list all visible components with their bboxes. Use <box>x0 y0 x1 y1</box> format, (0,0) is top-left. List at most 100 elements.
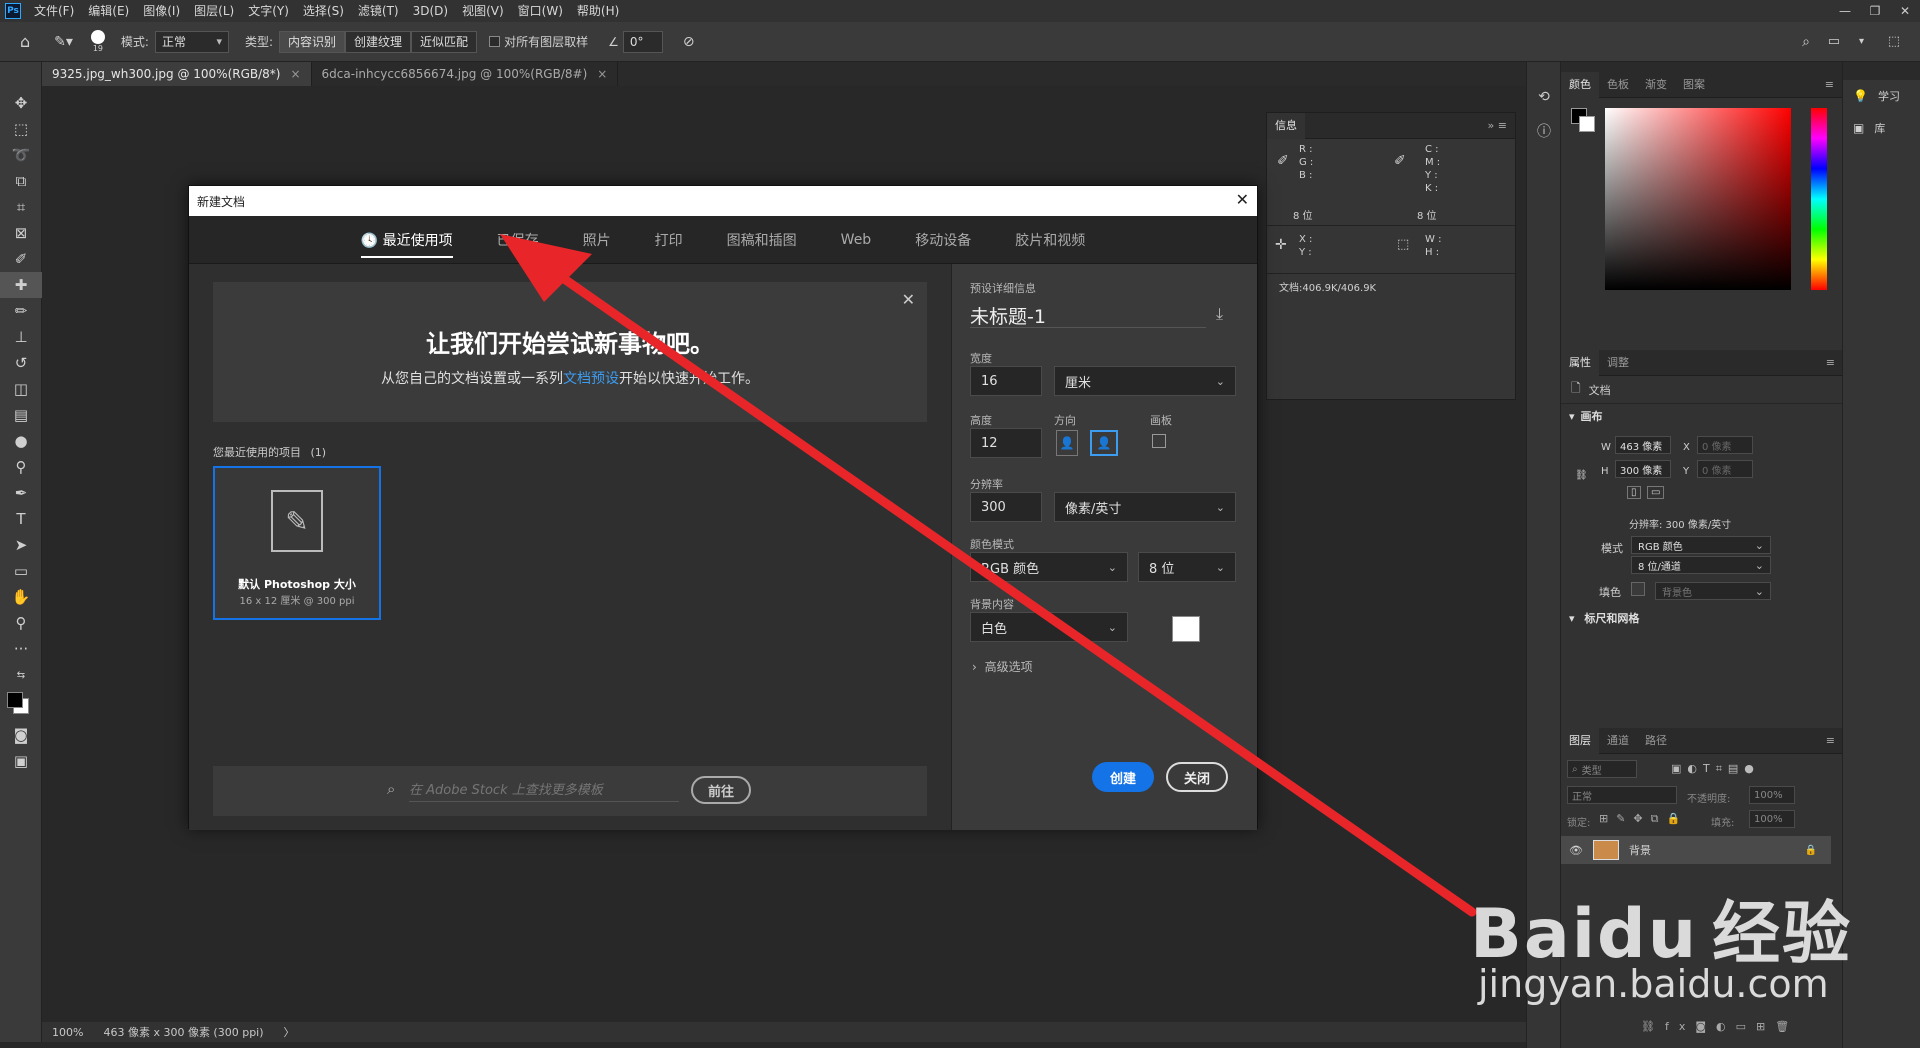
tab-paths[interactable]: 路径 <box>1637 728 1675 754</box>
dodge-tool-icon[interactable]: ⚲ <box>0 454 42 480</box>
frame-tool-icon[interactable]: ⊠ <box>0 220 42 246</box>
hand-tool-icon[interactable]: ✋ <box>0 584 42 610</box>
angle-input[interactable]: 0° <box>622 30 663 53</box>
stock-go-button[interactable]: 前往 <box>691 776 751 804</box>
type-create-texture[interactable]: 创建纹理 <box>345 30 412 53</box>
canvas-width-input[interactable]: 463 像素 <box>1615 436 1671 454</box>
brush-tool-icon[interactable]: ✏ <box>0 298 42 324</box>
eyedropper-tool-icon[interactable]: ✐ <box>0 246 42 272</box>
tab-channels[interactable]: 通道 <box>1599 728 1637 754</box>
tab-properties[interactable]: 属性 <box>1561 349 1599 376</box>
history-icon[interactable]: ⟲ <box>1527 80 1561 114</box>
width-input[interactable]: 16 <box>970 366 1042 396</box>
mode-select[interactable]: 正常 ▾ <box>154 30 229 53</box>
library-button[interactable]: ▣ 库 <box>1843 112 1920 144</box>
quick-mask-icon[interactable]: ◙ <box>0 722 42 748</box>
props-mode-select[interactable]: RGB 颜色 ⌄ <box>1631 536 1771 554</box>
tab-adjustments[interactable]: 调整 <box>1599 350 1637 376</box>
layer-row[interactable]: 👁 背景 🔒 <box>1561 836 1831 864</box>
create-button[interactable]: 创建 <box>1092 762 1154 792</box>
gradient-tool-icon[interactable]: ▤ <box>0 402 42 428</box>
document-name-input[interactable]: 未标题-1 <box>970 302 1206 328</box>
landscape-orientation-icon[interactable]: 👤 <box>1090 430 1118 456</box>
marquee-tool-icon[interactable]: ⬚ <box>0 116 42 142</box>
shape-tool-icon[interactable]: ▭ <box>0 558 42 584</box>
tab-saved[interactable]: 已保存 <box>497 230 539 250</box>
background-select[interactable]: 白色 ⌄ <box>970 612 1128 642</box>
workspace-icon[interactable]: ▭ <box>1828 34 1840 49</box>
crop-tool-icon[interactable]: ⌗ <box>0 194 42 220</box>
dialog-close-icon[interactable]: ✕ <box>1236 190 1249 209</box>
menu-layer[interactable]: 图层(L) <box>187 0 241 22</box>
learn-button[interactable]: 💡 学习 <box>1843 80 1920 112</box>
banner-close-icon[interactable]: ✕ <box>902 290 915 309</box>
info-icon[interactable]: ⓘ <box>1527 114 1561 148</box>
layer-actions[interactable]: ⛓fx◙◐▭⊞🗑 <box>1641 1020 1799 1033</box>
workspace-chevron-icon[interactable]: ▾ <box>1859 36 1864 47</box>
tab-patterns[interactable]: 图案 <box>1675 72 1713 98</box>
pen-tool-icon[interactable]: ✒ <box>0 480 42 506</box>
landscape-icon[interactable]: ▭ <box>1647 486 1665 499</box>
resolution-unit-select[interactable]: 像素/英寸 ⌄ <box>1054 492 1236 522</box>
stock-search-input[interactable] <box>409 780 679 802</box>
layer-filter-select[interactable]: ⌕ 类型 <box>1567 760 1637 778</box>
tab-color[interactable]: 颜色 <box>1561 71 1599 98</box>
portrait-icon[interactable]: ▯ <box>1627 486 1641 499</box>
zoom-level[interactable]: 100% <box>42 1026 93 1039</box>
brush-preset-picker[interactable]: 19 <box>90 30 105 53</box>
type-tool-icon[interactable]: T <box>0 506 42 532</box>
sample-all-layers-checkbox[interactable] <box>489 36 501 47</box>
props-fill-select[interactable]: 背景色 ⌄ <box>1655 582 1771 600</box>
status-menu-icon[interactable]: 〉 <box>274 1024 305 1040</box>
tab-recent[interactable]: 🕓 最近使用项 <box>360 230 453 258</box>
tab-art[interactable]: 图稿和插图 <box>727 230 797 250</box>
panel-menu-icon[interactable]: ≡ <box>1818 350 1843 376</box>
type-content-aware[interactable]: 内容识别 <box>279 30 346 53</box>
panel-menu-icon[interactable]: » ≡ <box>1480 113 1515 139</box>
stamp-tool-icon[interactable]: ⊥ <box>0 324 42 350</box>
tab-info[interactable]: 信息 <box>1267 112 1305 139</box>
tab-gradients[interactable]: 渐变 <box>1637 72 1675 98</box>
menu-view[interactable]: 视图(V) <box>455 0 511 22</box>
close-tab-icon[interactable]: × <box>290 67 300 81</box>
advanced-options-toggle[interactable]: › 高级选项 <box>972 658 1033 675</box>
layer-filter-icons[interactable]: ▣◐T⌗▤● <box>1671 762 1760 776</box>
menu-type[interactable]: 文字(Y) <box>241 0 296 22</box>
lock-icons[interactable]: ⊞✎✥⧉🔒 <box>1599 812 1688 826</box>
share-icon[interactable]: ⬚ <box>1888 34 1900 49</box>
swap-colors-icon[interactable]: ⇆ <box>0 662 42 688</box>
spot-healing-tool-icon[interactable]: ✎▾ <box>54 34 73 50</box>
tab-film[interactable]: 胶片和视频 <box>1015 230 1085 250</box>
type-proximity-match[interactable]: 近似匹配 <box>411 30 478 53</box>
menu-3d[interactable]: 3D(D) <box>406 0 455 22</box>
close-button[interactable]: 关闭 <box>1166 762 1228 792</box>
path-select-tool-icon[interactable]: ➤ <box>0 532 42 558</box>
menu-filter[interactable]: 滤镜(T) <box>351 0 406 22</box>
eye-icon[interactable]: 👁 <box>1569 844 1583 857</box>
props-depth-select[interactable]: 8 位/通道 ⌄ <box>1631 556 1771 574</box>
menu-window[interactable]: 窗口(W) <box>511 0 570 22</box>
hue-slider[interactable] <box>1811 108 1827 290</box>
lasso-tool-icon[interactable]: ➰ <box>0 142 42 168</box>
color-field[interactable] <box>1605 108 1791 290</box>
restore-icon[interactable]: ❐ <box>1860 0 1890 22</box>
background-color-swatch[interactable] <box>1172 616 1200 642</box>
save-preset-icon[interactable]: ⤓ <box>1216 304 1223 324</box>
more-tools-icon[interactable]: ··· <box>0 636 42 662</box>
artboard-checkbox[interactable] <box>1152 434 1166 448</box>
opacity-input[interactable]: 100% <box>1749 786 1795 804</box>
portrait-orientation-icon[interactable]: 👤 <box>1056 430 1078 456</box>
panel-menu-icon[interactable]: ≡ <box>1818 728 1843 754</box>
healing-brush-tool-icon[interactable]: ✚ <box>0 272 42 298</box>
link-icon[interactable]: ⛓ <box>1575 470 1588 481</box>
height-input[interactable]: 12 <box>970 428 1042 458</box>
width-unit-select[interactable]: 厘米 ⌄ <box>1054 366 1236 396</box>
minimize-icon[interactable]: — <box>1830 0 1860 22</box>
home-icon[interactable]: ⌂ <box>20 32 30 51</box>
tab-mobile[interactable]: 移动设备 <box>915 230 971 250</box>
bg-color-chip[interactable] <box>1579 116 1595 132</box>
collapse-icon[interactable]: ▾ <box>1569 612 1575 625</box>
menu-file[interactable]: 文件(F) <box>27 0 81 22</box>
color-mode-select[interactable]: RGB 颜色 ⌄ <box>970 552 1128 582</box>
recent-preset-card[interactable]: ✎ 默认 Photoshop 大小 16 x 12 厘米 @ 300 ppi <box>213 466 381 620</box>
